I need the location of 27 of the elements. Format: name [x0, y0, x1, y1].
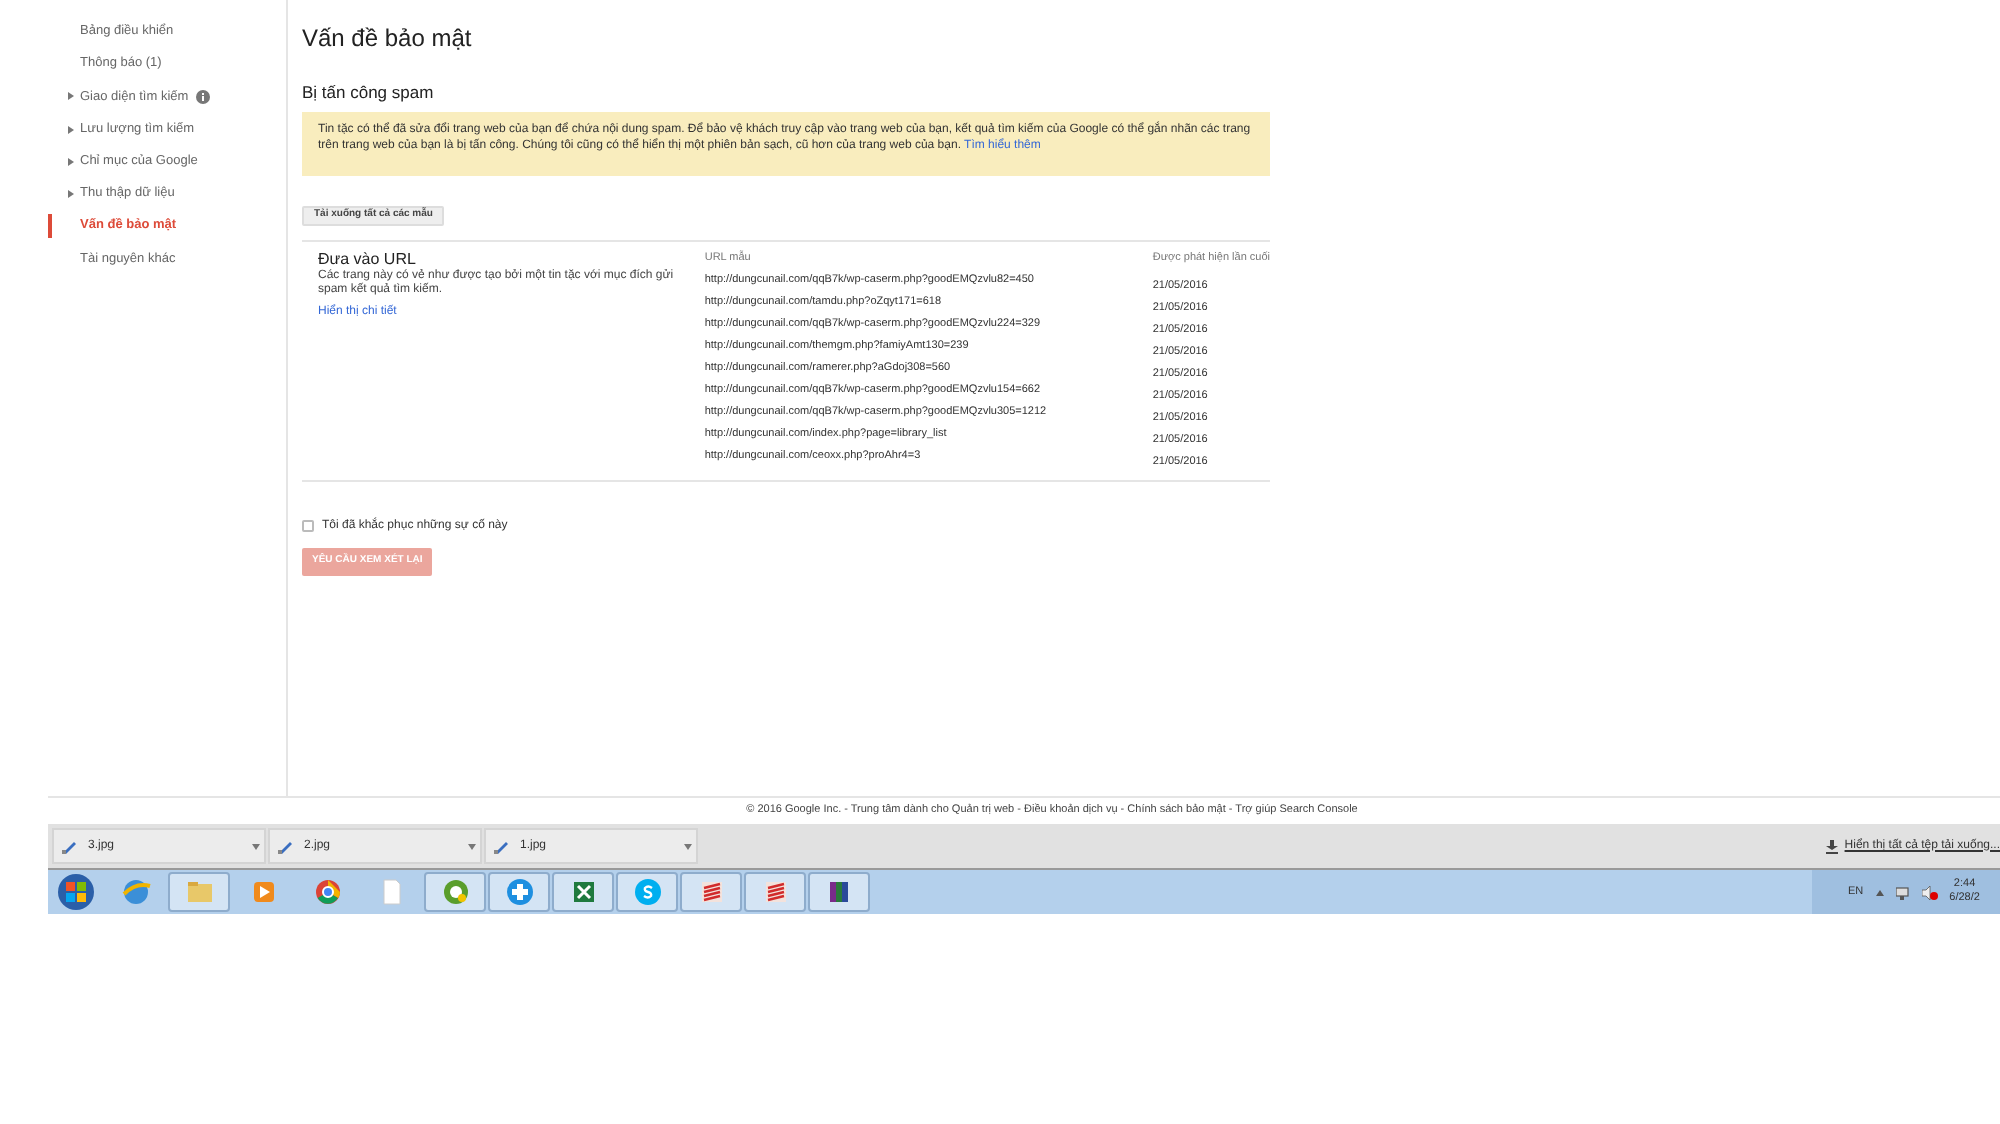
taskbar-button[interactable]	[488, 872, 550, 912]
skype-icon	[631, 876, 663, 908]
issue-title: Đưa vào URL	[318, 249, 418, 269]
show-hidden-icons-caret	[1875, 889, 1884, 895]
image-file-icon	[278, 839, 292, 853]
folder-icon	[183, 876, 215, 908]
dropdown-caret-icon	[252, 843, 260, 849]
dropdown-caret-icon	[468, 843, 476, 849]
dropdown-caret-icon	[684, 843, 692, 849]
taskbar-button[interactable]	[808, 872, 870, 912]
taskbar-button[interactable]	[424, 872, 486, 912]
taskbar-button[interactable]	[744, 872, 806, 912]
section-title: Bị tấn công spam	[302, 80, 436, 106]
page-title: Vấn đề bảo mật	[302, 22, 474, 56]
network-icon	[1895, 885, 1910, 899]
leaf-app-icon	[439, 876, 471, 908]
chrome-icon	[311, 876, 343, 908]
checkbox[interactable]	[302, 520, 314, 533]
browser-icon	[119, 876, 151, 908]
taskbar-button[interactable]	[552, 872, 614, 912]
start-orb-icon[interactable]	[56, 872, 96, 912]
taskbar-button[interactable]	[680, 872, 742, 912]
plus-app-icon	[503, 876, 535, 908]
volume-muted-icon	[1921, 885, 1938, 899]
download-icon	[1826, 839, 1839, 853]
image-file-icon	[494, 839, 508, 853]
image-file-icon	[62, 839, 76, 853]
